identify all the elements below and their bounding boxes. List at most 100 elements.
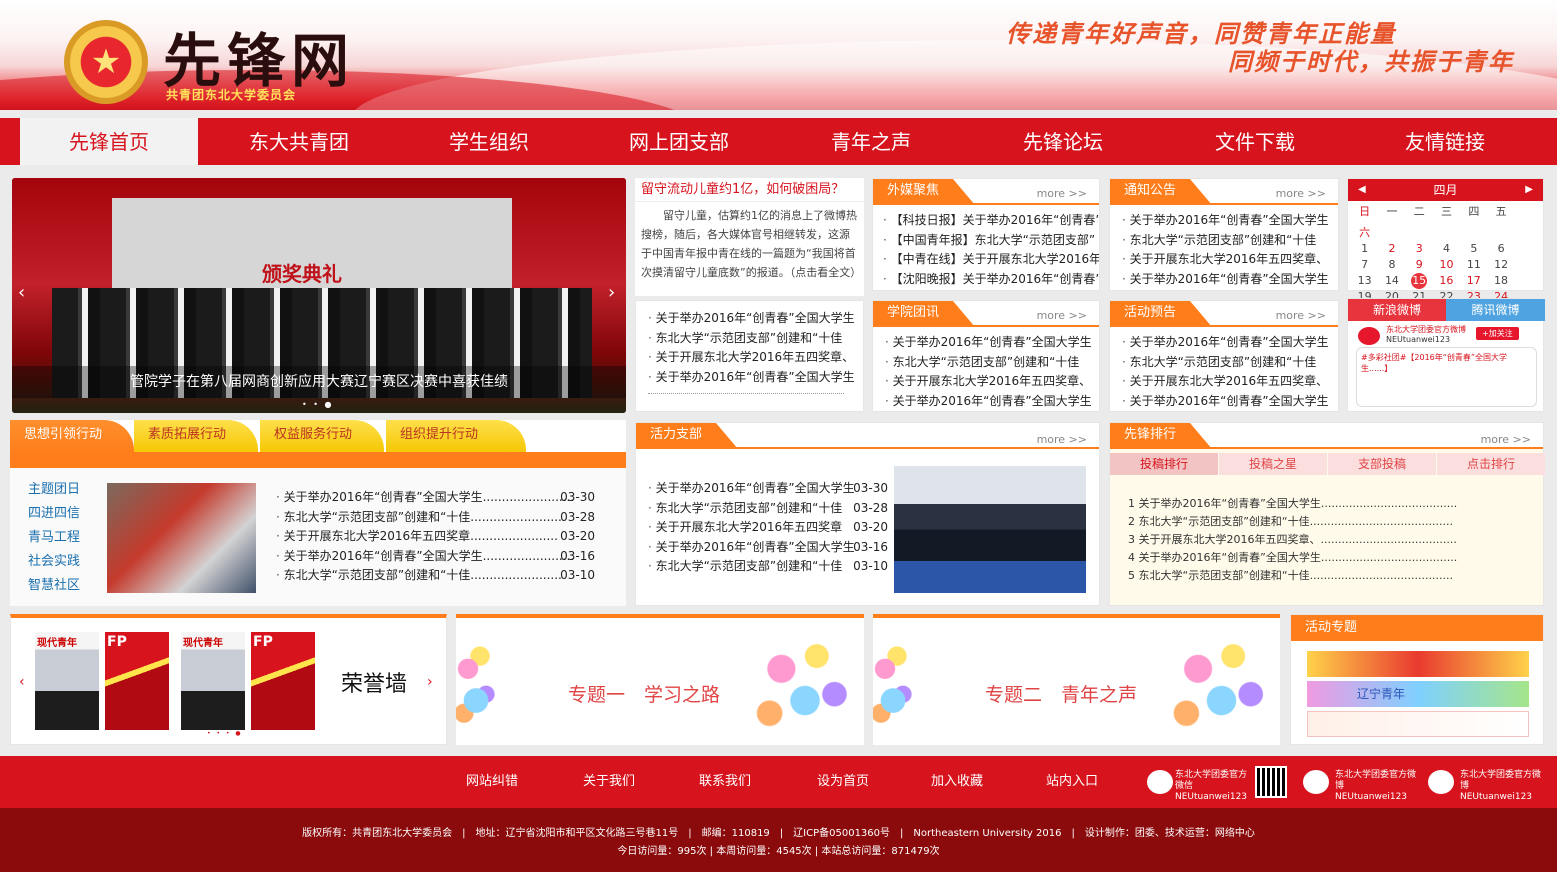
tab-sina-weibo[interactable]: 新浪微博 [1348, 299, 1446, 321]
side-link[interactable]: 主题团日 [28, 478, 80, 502]
media-more-link[interactable]: more >> [1037, 187, 1087, 200]
rank-item[interactable]: 5 东北大学“示范团支部”创建和“十佳.....................… [1128, 567, 1478, 585]
tab-ideology[interactable]: 思想引领行动 [10, 420, 134, 454]
list-item[interactable]: 关于举办2016年“创青春”全国大学生 [1122, 270, 1338, 290]
list-item[interactable]: 关于举办2016年“创青春”全国大学生 [885, 392, 1099, 412]
activity-item[interactable]: 关于开展东北大学2016年五四奖章.......................… [276, 527, 601, 547]
topic-1[interactable]: 专题一 学习之路 [456, 614, 864, 745]
calendar-day[interactable]: 9 [1406, 257, 1433, 273]
list-item[interactable]: 关于开展东北大学2016年五四奖章、 [885, 372, 1099, 392]
nav-home[interactable]: 先锋首页 [20, 118, 198, 165]
list-item[interactable]: 关于举办2016年“创青春”全国大学生 [1122, 211, 1338, 231]
magazine-cover[interactable]: FP [251, 632, 315, 730]
list-item[interactable]: 关于举办2016年“创青春”全国大学生 [648, 309, 863, 329]
calendar-day[interactable]: 14 [1378, 273, 1405, 289]
special-banner[interactable]: 辽宁青年 [1307, 681, 1529, 707]
tencent-weibo-account[interactable]: 东北大学团委官方微博 NEUtuanwei123 [1428, 770, 1543, 803]
footer-link[interactable]: 加入收藏 [931, 756, 983, 808]
list-item[interactable]: 东北大学“示范团支部”创建和“十佳 [885, 353, 1099, 373]
activity-item[interactable]: 东北大学“示范团支部”创建和“十佳.......................… [276, 508, 601, 528]
list-item[interactable]: 关于举办2016年“创青春”全国大学生 [1122, 333, 1338, 353]
branch-item[interactable]: 关于举办2016年“创青春”全国大学生03-16 [648, 538, 888, 558]
college-more-link[interactable]: more >> [1037, 309, 1087, 322]
calendar-next-icon[interactable]: ▶ [1525, 179, 1533, 201]
special-banner[interactable] [1307, 651, 1529, 677]
tab-rights[interactable]: 权益服务行动 [260, 420, 384, 454]
list-item[interactable]: 关于开展东北大学2016年五四奖章、 [1122, 250, 1338, 270]
list-item[interactable]: 东北大学“示范团支部”创建和“十佳 [648, 329, 863, 349]
tab-rank-submissions[interactable]: 投稿排行 [1110, 453, 1218, 475]
branch-item[interactable]: 关于举办2016年“创青春”全国大学生03-30 [648, 479, 888, 499]
calendar-day[interactable]: 13 [1351, 273, 1378, 289]
tab-quality[interactable]: 素质拓展行动 [134, 420, 258, 454]
calendar-day[interactable]: 7 [1351, 257, 1378, 273]
tab-tencent-weibo[interactable]: 腾讯微博 [1446, 299, 1545, 321]
rank-item[interactable]: 4 关于举办2016年“创青春”全国大学生...................… [1128, 549, 1478, 567]
notice-more-link[interactable]: more >> [1276, 187, 1326, 200]
nav-student-org[interactable]: 学生组织 [394, 118, 584, 165]
branch-item[interactable]: 关于开展东北大学2016年五四奖章 03-20 [648, 518, 888, 538]
rank-item[interactable]: 1 关于举办2016年“创青春”全国大学生...................… [1128, 495, 1478, 513]
slider-prev-icon[interactable]: ‹ [18, 282, 25, 303]
calendar-day[interactable]: 12 [1487, 257, 1514, 273]
side-link[interactable]: 四进四信 [28, 502, 80, 526]
branch-item[interactable]: 东北大学“示范团支部”创建和“十佳 03-28 [648, 499, 888, 519]
rank-item[interactable]: 3 关于开展东北大学2016年五四奖章、....................… [1128, 531, 1478, 549]
honor-next-icon[interactable]: › [427, 674, 433, 690]
honor-prev-icon[interactable]: ‹ [19, 674, 25, 690]
headline-title[interactable]: 留守流动儿童约1亿，如何破困局？ [635, 178, 864, 202]
special-banner[interactable] [1307, 711, 1529, 737]
nav-youth-voice[interactable]: 青年之声 [776, 118, 966, 165]
magazine-cover[interactable]: 现代青年 [35, 632, 99, 730]
slide-caption[interactable]: 管院学子在第八届网商创新应用大赛辽宁赛区决赛中喜获佳绩 [12, 366, 626, 398]
footer-link[interactable]: 关于我们 [583, 756, 635, 808]
nav-online-branch[interactable]: 网上团支部 [584, 118, 774, 165]
side-link[interactable]: 青马工程 [28, 526, 80, 550]
list-item[interactable]: 东北大学“示范团支部”创建和“十佳 [1122, 353, 1338, 373]
list-item[interactable]: 关于举办2016年“创青春”全国大学生 [1122, 392, 1338, 412]
branch-item[interactable]: 东北大学“示范团支部”创建和“十佳 03-10 [648, 557, 888, 577]
nav-downloads[interactable]: 文件下载 [1160, 118, 1350, 165]
activity-item[interactable]: 关于举办2016年“创青春”全国大学生.....................… [276, 547, 601, 567]
list-item[interactable]: 关于开展东北大学2016年五四奖章、 [1122, 372, 1338, 392]
slider-dots[interactable]: • • ● [302, 400, 334, 409]
list-item[interactable]: 东北大学“示范团支部”创建和“十佳 [1122, 231, 1338, 251]
calendar-day[interactable]: 5 [1460, 241, 1487, 257]
nav-league[interactable]: 东大共青团 [204, 118, 394, 165]
list-item[interactable]: 【沈阳晚报】关于举办2016年“创青春” [883, 270, 1099, 290]
branch-photo[interactable] [894, 466, 1086, 593]
honor-dots[interactable]: • • • ● [207, 730, 243, 737]
calendar-day[interactable]: 11 [1460, 257, 1487, 273]
footer-link[interactable]: 联系我们 [699, 756, 751, 808]
honor-wall-label[interactable]: 荣誉墙 [341, 666, 407, 698]
calendar-day[interactable]: 1 [1351, 241, 1378, 257]
rank-more-link[interactable]: more >> [1481, 433, 1531, 446]
calendar-day[interactable]: 15 [1411, 273, 1428, 289]
tab-organization[interactable]: 组织提升行动 [386, 420, 526, 454]
side-link[interactable]: 智慧社区 [28, 574, 80, 598]
activity-photo[interactable] [107, 483, 256, 593]
magazine-cover[interactable]: FP [105, 632, 169, 730]
tab-rank-branch[interactable]: 支部投稿 [1328, 453, 1436, 475]
calendar-day[interactable]: 10 [1433, 257, 1460, 273]
tab-rank-clicks[interactable]: 点击排行 [1437, 453, 1545, 475]
footer-link[interactable]: 网站纠错 [466, 756, 518, 808]
list-item[interactable]: 【中青在线】关于开展东北大学2016年五 [883, 250, 1099, 270]
side-link[interactable]: 社会实践 [28, 550, 80, 574]
sina-weibo-account[interactable]: 东北大学团委官方微博 NEUtuanwei123 [1303, 770, 1418, 803]
weibo-follow-button[interactable]: +加关注 [1476, 327, 1519, 340]
calendar-day[interactable]: 2 [1378, 241, 1405, 257]
preview-more-link[interactable]: more >> [1276, 309, 1326, 322]
list-item[interactable]: 关于开展东北大学2016年五四奖章、 [648, 348, 863, 368]
magazine-cover[interactable]: 现代青年 [181, 632, 245, 730]
wechat-account[interactable]: 东北大学团委官方微信 NEUtuanwei123 [1147, 770, 1252, 803]
nav-forum[interactable]: 先锋论坛 [968, 118, 1158, 165]
rank-item[interactable]: 2 东北大学“示范团支部”创建和“十佳.....................… [1128, 513, 1478, 531]
footer-link[interactable]: 设为首页 [817, 756, 869, 808]
footer-link[interactable]: 站内入口 [1046, 756, 1098, 808]
calendar-prev-icon[interactable]: ◀ [1358, 179, 1366, 201]
list-item[interactable]: 关于举办2016年“创青春”全国大学生 [648, 368, 863, 388]
branch-more-link[interactable]: more >> [1037, 433, 1087, 446]
calendar-day[interactable]: 4 [1433, 241, 1460, 257]
weibo-post[interactable]: #多彩社团#【2016年“创青春”全国大学生......】 [1356, 347, 1537, 407]
